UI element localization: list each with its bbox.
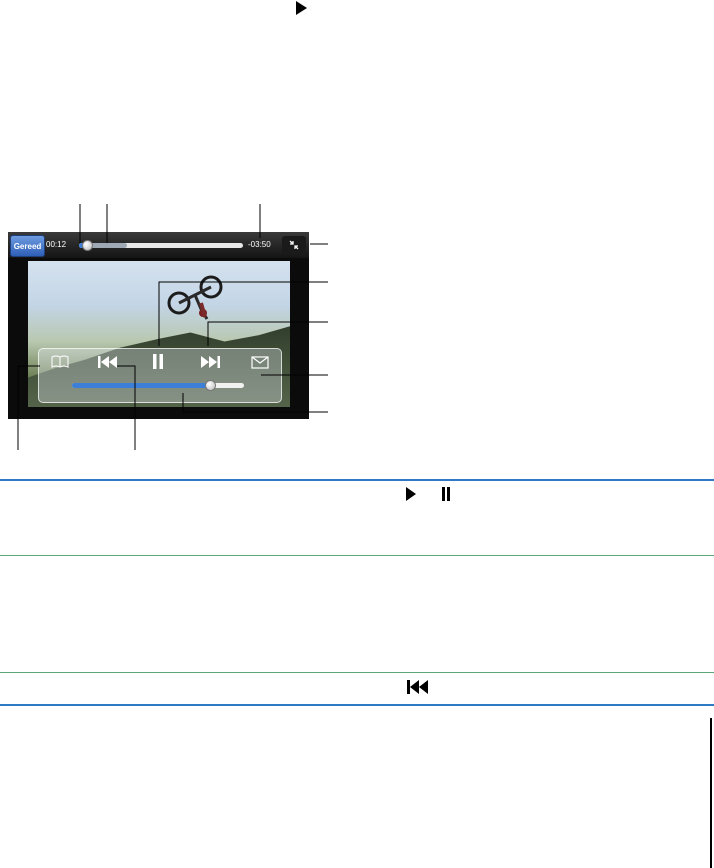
callout-previous xyxy=(117,365,136,450)
callout-next xyxy=(207,321,328,346)
table-row-divider-1 xyxy=(0,555,714,556)
table-bottom-rule xyxy=(0,704,714,706)
callout-lines xyxy=(17,204,328,450)
callout-pause xyxy=(158,281,328,346)
table-top-rule xyxy=(0,479,714,481)
previous-chapter-icon xyxy=(407,680,428,694)
table-row-divider-2 xyxy=(0,672,714,673)
callout-volume xyxy=(182,393,328,413)
pause-icon-table xyxy=(442,487,450,501)
page-edge-rule xyxy=(710,718,712,868)
play-icon xyxy=(406,487,416,501)
callout-chapters xyxy=(17,365,40,450)
